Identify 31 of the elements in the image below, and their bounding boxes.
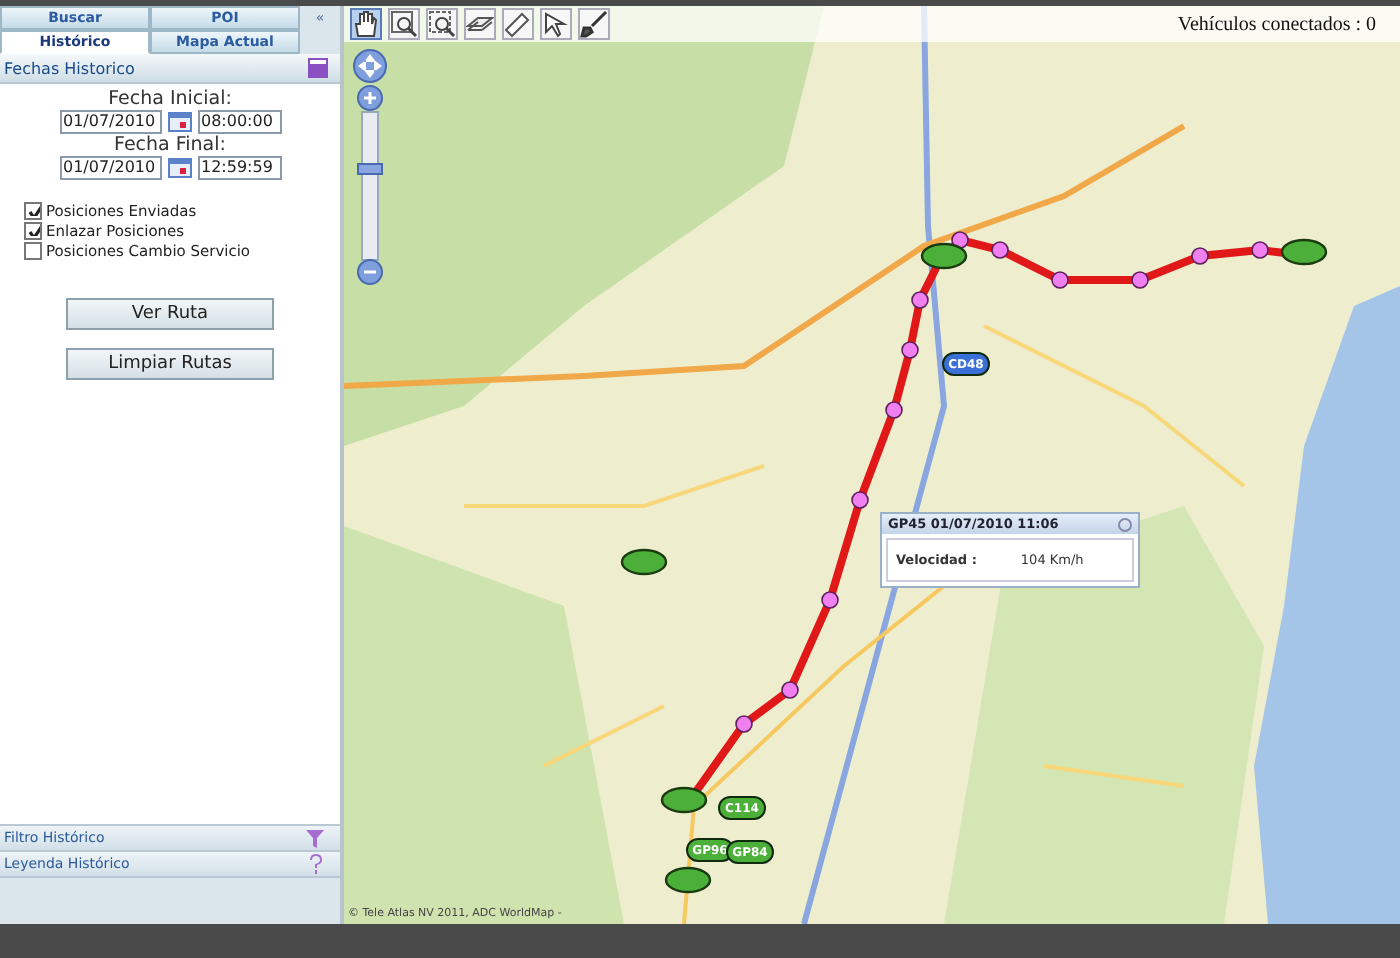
panel-title: Fechas Historico [4, 59, 135, 77]
action-button[interactable]: Limpiar Rutas [66, 348, 274, 380]
brush-tool[interactable] [578, 8, 610, 40]
vehicle-marker[interactable] [920, 242, 968, 270]
layers-tool[interactable] [464, 8, 496, 40]
end-date-field[interactable]: 01/07/2010 [59, 156, 161, 180]
vehicle-marker[interactable] [620, 548, 668, 576]
start-date-label: Fecha Inicial: [108, 88, 232, 110]
vehicles-connected-text: Vehículos conectados : 0 [1177, 13, 1376, 35]
end-date-label: Fecha Final: [114, 134, 226, 156]
vehicle-marker[interactable] [660, 786, 708, 814]
measure-tool[interactable] [502, 8, 534, 40]
calendar-icon[interactable] [167, 112, 191, 132]
pan-tool[interactable] [350, 8, 382, 40]
action-button[interactable]: Ver Ruta [66, 298, 274, 330]
close-icon[interactable] [1118, 517, 1132, 531]
end-time-field[interactable]: 12:59:59 [197, 156, 281, 180]
zoom-out-tool[interactable] [426, 8, 458, 40]
zoom-in-tool[interactable] [388, 8, 420, 40]
select-tool[interactable] [540, 8, 572, 40]
start-time-field[interactable]: 08:00:00 [197, 110, 281, 134]
window-icon[interactable] [308, 58, 328, 78]
vehicle-marker[interactable] [664, 866, 712, 894]
start-date-field[interactable]: 01/07/2010 [59, 110, 161, 134]
calendar-icon[interactable] [167, 158, 191, 178]
checkbox[interactable] [24, 201, 42, 219]
help-icon[interactable] [308, 854, 324, 874]
checkbox[interactable] [24, 221, 42, 239]
vehicle-marker[interactable] [1280, 238, 1328, 266]
zoom-control[interactable] [348, 48, 392, 288]
checkbox[interactable] [24, 241, 42, 259]
